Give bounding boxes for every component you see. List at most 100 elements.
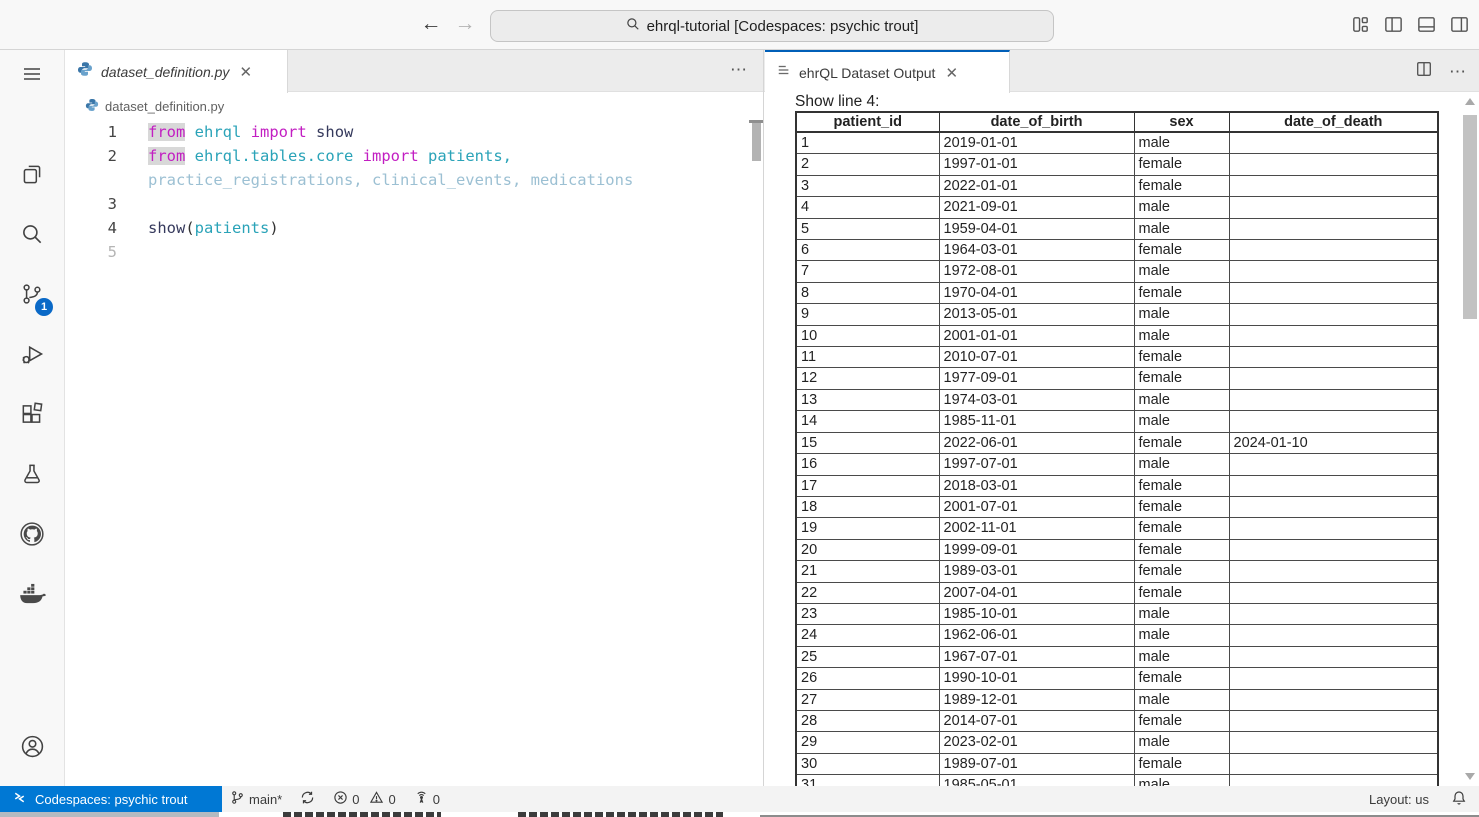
testing-icon[interactable]: [0, 450, 64, 498]
toggle-secondary-sidebar-icon[interactable]: [1449, 14, 1470, 35]
command-center-search[interactable]: ehrql-tutorial [Codespaces: psychic trou…: [490, 10, 1054, 42]
table-cell: [1229, 603, 1438, 624]
table-cell: [1229, 261, 1438, 282]
table-cell: female: [1134, 518, 1229, 539]
docker-icon[interactable]: [0, 570, 64, 618]
table-cell: male: [1134, 689, 1229, 710]
editor-scrollbar[interactable]: [752, 123, 761, 161]
table-cell: male: [1134, 304, 1229, 325]
scroll-up-icon[interactable]: [1465, 98, 1475, 105]
code-token: show: [148, 219, 185, 237]
panel-scrollbar[interactable]: [1463, 96, 1477, 782]
tab-close-icon[interactable]: ✕: [943, 64, 960, 82]
table-cell: female: [1134, 496, 1229, 517]
table-cell: [1229, 389, 1438, 410]
table-row: 42021-09-01male: [796, 197, 1438, 218]
vscode-window: ← → ehrql-tutorial [Codespaces: psychic …: [0, 0, 1479, 817]
code-token: patients: [195, 219, 270, 237]
explorer-icon[interactable]: [0, 150, 64, 198]
table-cell: [1229, 775, 1438, 786]
table-cell: 4: [796, 197, 939, 218]
code-line: 2from ehrql.tables.core import patients,: [65, 144, 763, 168]
table-cell: 2018-03-01: [939, 475, 1134, 496]
problems-indicator[interactable]: 0 0: [333, 790, 395, 808]
code-token: [419, 147, 428, 165]
table-row: 81970-04-01female: [796, 282, 1438, 303]
activity-bar: 1: [0, 50, 65, 786]
table-cell: male: [1134, 732, 1229, 753]
table-cell: [1229, 496, 1438, 517]
table-row: 222007-04-01female: [796, 582, 1438, 603]
line-number: 2: [65, 144, 117, 168]
table-cell: female: [1134, 561, 1229, 582]
table-cell: 1985-11-01: [939, 411, 1134, 432]
editor-more-actions[interactable]: ⋯: [730, 60, 748, 80]
table-cell: [1229, 539, 1438, 560]
tab-label: dataset_definition.py: [101, 64, 229, 80]
source-control-icon[interactable]: 1: [0, 270, 64, 318]
table-row: 131974-03-01male: [796, 389, 1438, 410]
tab-dataset-definition[interactable]: dataset_definition.py ✕: [65, 50, 288, 93]
table-row: 152022-06-01female2024-01-10: [796, 432, 1438, 453]
table-row: 71972-08-01male: [796, 261, 1438, 282]
table-cell: male: [1134, 603, 1229, 624]
run-debug-icon[interactable]: [0, 330, 64, 378]
python-file-icon: [77, 61, 93, 82]
accounts-icon[interactable]: [0, 722, 64, 770]
table-row: 311985-05-01male: [796, 775, 1438, 786]
extensions-icon[interactable]: [0, 390, 64, 438]
table-cell: 13: [796, 389, 939, 410]
table-row: 51959-04-01male: [796, 218, 1438, 239]
code-editor[interactable]: 1from ehrql import show2from ehrql.table…: [65, 120, 763, 786]
table-cell: 1997-01-01: [939, 154, 1134, 175]
table-cell: female: [1134, 154, 1229, 175]
table-row: 161997-07-01male: [796, 454, 1438, 475]
remote-indicator[interactable]: Codespaces: psychic trout: [0, 786, 222, 812]
panel-tab-bar: ehrQL Dataset Output ✕ ⋯: [764, 50, 1479, 92]
toggle-panel-icon[interactable]: [1416, 14, 1437, 35]
sync-button[interactable]: [300, 790, 315, 808]
table-cell: 2019-01-01: [939, 132, 1134, 154]
table-row: 32022-01-01female: [796, 175, 1438, 196]
table-cell: female: [1134, 432, 1229, 453]
forward-icon[interactable]: →: [452, 12, 478, 36]
tab-close-icon[interactable]: ✕: [237, 63, 254, 81]
table-cell: 20: [796, 539, 939, 560]
table-cell: male: [1134, 411, 1229, 432]
notifications-bell-icon[interactable]: [1451, 790, 1467, 809]
breadcrumb[interactable]: dataset_definition.py: [65, 92, 763, 120]
table-cell: [1229, 518, 1438, 539]
table-cell: 2007-04-01: [939, 582, 1134, 603]
branch-indicator[interactable]: main*: [230, 790, 282, 808]
search-sidebar-icon[interactable]: [0, 210, 64, 258]
split-editor-icon[interactable]: [1415, 60, 1433, 83]
back-icon[interactable]: ←: [418, 12, 444, 36]
table-row: 211989-03-01female: [796, 561, 1438, 582]
customize-layout-icon[interactable]: [1350, 14, 1371, 35]
table-cell: 2002-11-01: [939, 518, 1134, 539]
ports-indicator[interactable]: 0: [414, 790, 440, 808]
code-text: [117, 240, 148, 264]
table-cell: female: [1134, 753, 1229, 774]
table-cell: 1999-09-01: [939, 539, 1134, 560]
error-icon: [333, 790, 348, 808]
menu-icon[interactable]: [0, 50, 64, 98]
toggle-primary-sidebar-icon[interactable]: [1383, 14, 1404, 35]
output-icon: [777, 63, 791, 82]
table-cell: female: [1134, 240, 1229, 261]
table-cell: [1229, 132, 1438, 154]
output-panel-group: ehrQL Dataset Output ✕ ⋯ Show line 4: pa…: [763, 50, 1479, 786]
code-token: [307, 123, 316, 141]
table-row: 12019-01-01male: [796, 132, 1438, 154]
warning-icon: [369, 790, 384, 808]
scrollbar-thumb[interactable]: [1463, 115, 1477, 319]
scroll-down-icon[interactable]: [1465, 773, 1475, 780]
code-token: from: [148, 147, 185, 165]
github-icon[interactable]: [0, 510, 64, 558]
panel-more-actions[interactable]: ⋯: [1449, 62, 1467, 82]
layout-indicator[interactable]: Layout: us: [1369, 792, 1429, 807]
tab-ehrql-dataset-output[interactable]: ehrQL Dataset Output ✕: [765, 50, 1010, 93]
code-text: from ehrql import show: [117, 120, 353, 144]
table-row: 192002-11-01female: [796, 518, 1438, 539]
table-cell: female: [1134, 475, 1229, 496]
